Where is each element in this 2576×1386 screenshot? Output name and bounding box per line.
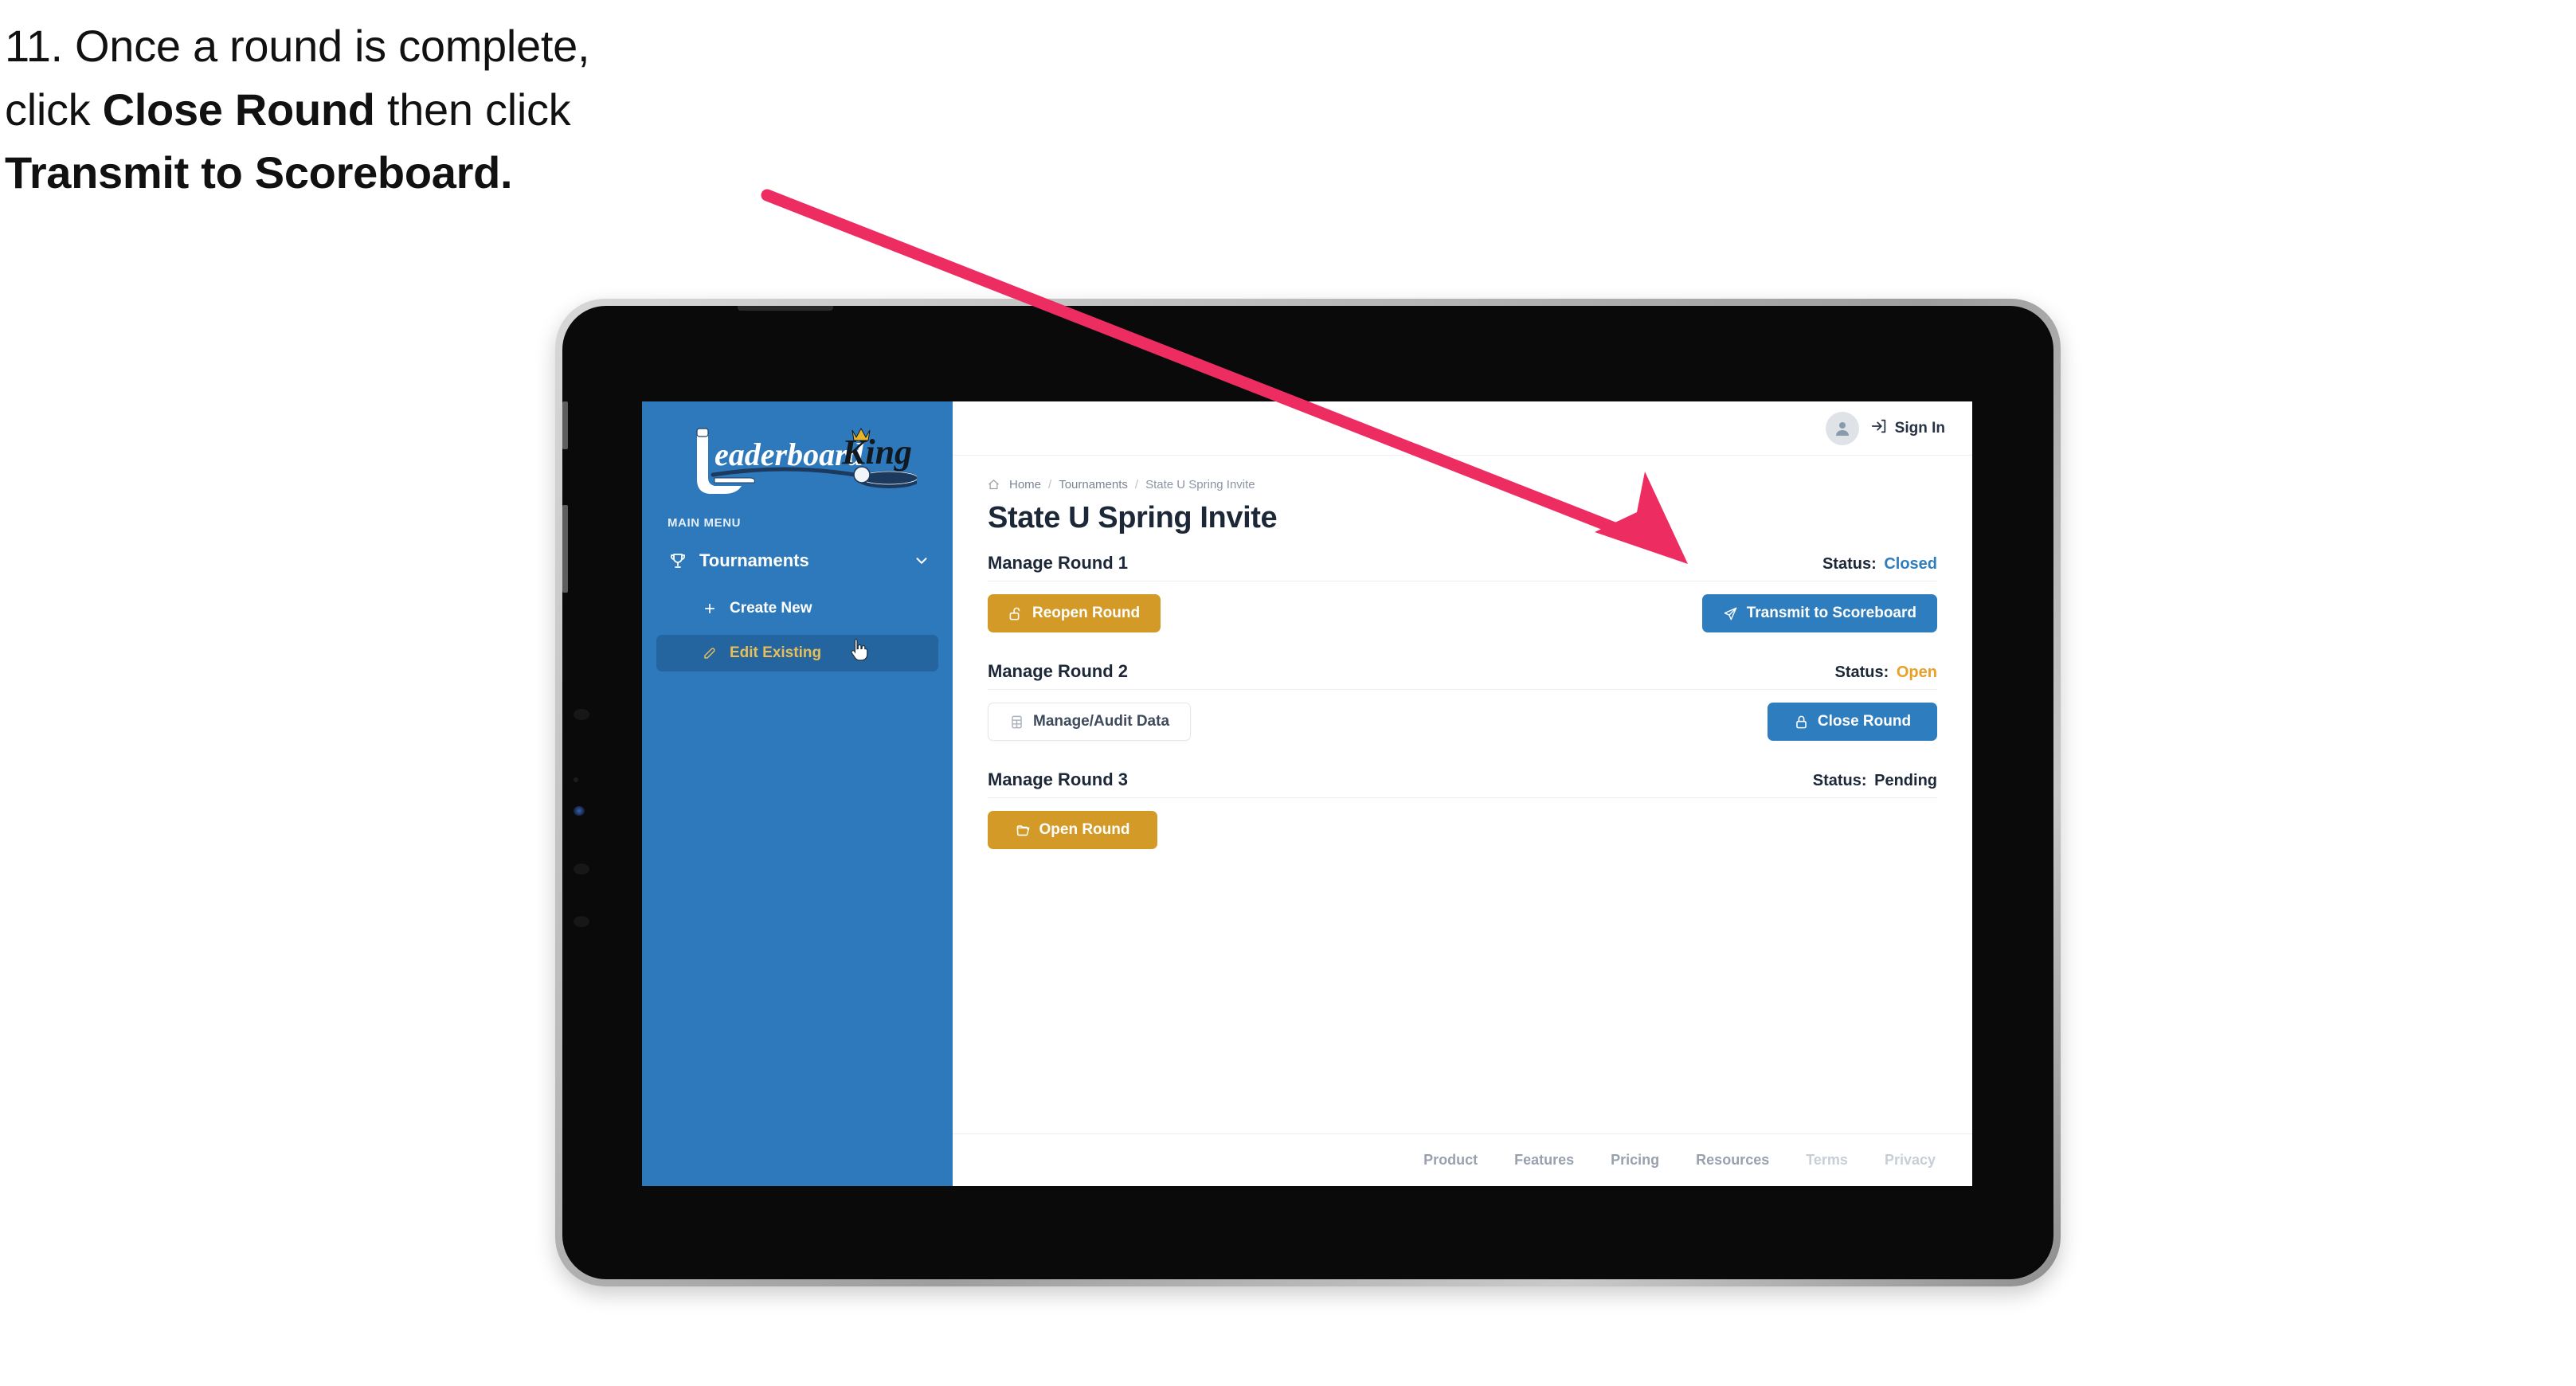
breadcrumb-item-home[interactable]: Home (1009, 478, 1041, 491)
sidebar-item-tournaments[interactable]: Tournaments (642, 539, 953, 582)
footer-link-terms[interactable]: Terms (1806, 1152, 1848, 1169)
top-bar: Sign In (953, 401, 1972, 456)
screenshot-root: 11. Once a round is complete, click Clos… (0, 0, 2576, 1386)
breadcrumb-item-tournaments[interactable]: Tournaments (1059, 478, 1128, 491)
manage-audit-data-label: Manage/Audit Data (1033, 713, 1170, 730)
round-3-status-value: Pending (1874, 772, 1937, 789)
footer-link-privacy[interactable]: Privacy (1885, 1152, 1936, 1169)
round-1-status: Status: Closed (1822, 555, 1937, 574)
breadcrumb-item-current: State U Spring Invite (1145, 478, 1255, 491)
caption-line2-bold: Close Round (102, 84, 375, 135)
round-1-actions: Reopen Round Transmit to Scoreboard (988, 594, 1937, 632)
lock-icon (1794, 715, 1809, 730)
edit-pencil-icon (699, 646, 720, 660)
sign-in-button[interactable]: Sign In (1870, 417, 1945, 440)
home-icon (988, 479, 1000, 491)
sidebar-item-tournaments-label: Tournaments (699, 550, 809, 570)
round-3-header: Manage Round 3 Status: Pending (988, 769, 1937, 798)
sidebar-item-edit-existing[interactable]: Edit Existing (656, 635, 938, 671)
tablet-bezel: eaderboard King MAIN MENU Tournaments Cr… (562, 306, 2053, 1279)
round-1-status-value: Closed (1884, 555, 1937, 573)
round-block-3: Manage Round 3 Status: Pending Open Roun… (988, 769, 1937, 849)
trophy-icon (666, 550, 690, 571)
tablet-sensor-dot (574, 777, 578, 782)
open-round-button[interactable]: Open Round (988, 811, 1157, 849)
breadcrumb: Home / Tournaments / State U Spring Invi… (988, 478, 1937, 491)
footer-link-product[interactable]: Product (1423, 1152, 1478, 1169)
caption-line2-prefix: click (5, 84, 103, 135)
sign-in-arrow-icon (1870, 417, 1888, 440)
round-2-status: Status: Open (1835, 664, 1937, 682)
caption-line-3: Transmit to Scoreboard. (5, 147, 513, 198)
footer-link-features[interactable]: Features (1514, 1152, 1574, 1169)
sidebar-item-create-new[interactable]: Create New (656, 590, 938, 627)
round-2-header: Manage Round 2 Status: Open (988, 661, 1937, 690)
page-title: State U Spring Invite (988, 501, 1278, 534)
round-2-actions: Manage/Audit Data Close Round (988, 703, 1937, 741)
round-block-2: Manage Round 2 Status: Open Manage/Audit… (988, 661, 1937, 741)
tablet-camera-dot (574, 709, 589, 720)
tablet-led-indicator (574, 806, 585, 816)
tablet-side-button-upper (562, 401, 568, 449)
close-round-label: Close Round (1817, 713, 1912, 730)
transmit-to-scoreboard-button[interactable]: Transmit to Scoreboard (1701, 594, 1937, 632)
caption-line-2: click Close Round then click (5, 78, 881, 142)
tablet-top-notch (738, 306, 833, 311)
chevron-down-icon[interactable] (911, 550, 932, 571)
breadcrumb-separator: / (1048, 478, 1052, 491)
footer-link-pricing[interactable]: Pricing (1611, 1152, 1659, 1169)
footer-link-resources[interactable]: Resources (1696, 1152, 1769, 1169)
page-content: Home / Tournaments / State U Spring Invi… (953, 456, 1972, 1133)
folder-open-icon (1016, 823, 1031, 838)
manage-audit-data-button[interactable]: Manage/Audit Data (988, 703, 1192, 741)
close-round-button[interactable]: Close Round (1768, 703, 1937, 741)
breadcrumb-separator: / (1134, 478, 1139, 491)
app-screen: eaderboard King MAIN MENU Tournaments Cr… (642, 401, 1972, 1186)
transmit-to-scoreboard-label: Transmit to Scoreboard (1746, 605, 1916, 621)
instruction-caption: 11. Once a round is complete, click Clos… (5, 14, 881, 205)
round-3-name: Manage Round 3 (988, 769, 1129, 789)
plus-icon (699, 601, 720, 616)
tablet-device-frame: eaderboard King MAIN MENU Tournaments Cr… (555, 299, 2061, 1286)
round-3-status-label: Status: (1812, 772, 1867, 789)
sign-in-label: Sign In (1894, 419, 1945, 437)
round-2-status-label: Status: (1834, 664, 1889, 681)
caption-line2-suffix: then click (374, 84, 571, 135)
tablet-speaker-dot-2 (574, 916, 589, 927)
main-content: Sign In Home / Tournaments / State U Spr… (953, 401, 1972, 1186)
round-1-name: Manage Round 1 (988, 553, 1129, 573)
tablet-side-button-lower (562, 505, 568, 593)
user-avatar-icon[interactable] (1825, 411, 1859, 445)
reopen-round-button[interactable]: Reopen Round (988, 594, 1161, 632)
paper-plane-icon (1723, 606, 1738, 621)
round-3-actions: Open Round (988, 811, 1937, 849)
reopen-round-label: Reopen Round (1032, 605, 1141, 621)
sidebar-section-label: MAIN MENU (667, 516, 742, 530)
tablet-speaker-dot-1 (574, 863, 589, 875)
caption-line-1: 11. Once a round is complete, (5, 21, 590, 71)
round-1-status-label: Status: (1822, 555, 1877, 573)
round-3-status: Status: Pending (1813, 772, 1937, 790)
round-2-name: Manage Round 2 (988, 661, 1129, 681)
svg-text:King: King (841, 433, 912, 472)
unlock-icon (1008, 606, 1024, 621)
sidebar-item-create-new-label: Create New (730, 600, 812, 617)
round-2-status-value: Open (1896, 664, 1937, 681)
footer: Product Features Pricing Resources Terms… (953, 1133, 1972, 1186)
open-round-label: Open Round (1039, 821, 1130, 838)
leaderboard-king-logo-svg: eaderboard King (696, 427, 917, 494)
hand-pointer-cursor (851, 638, 868, 661)
sidebar-item-edit-existing-label: Edit Existing (730, 644, 822, 661)
table-grid-icon (1009, 715, 1024, 730)
round-1-header: Manage Round 1 Status: Closed (988, 553, 1937, 581)
sidebar: eaderboard King MAIN MENU Tournaments Cr… (642, 401, 953, 1186)
app-logo[interactable]: eaderboard King (642, 409, 953, 505)
round-block-1: Manage Round 1 Status: Closed Reopen Rou… (988, 553, 1937, 632)
